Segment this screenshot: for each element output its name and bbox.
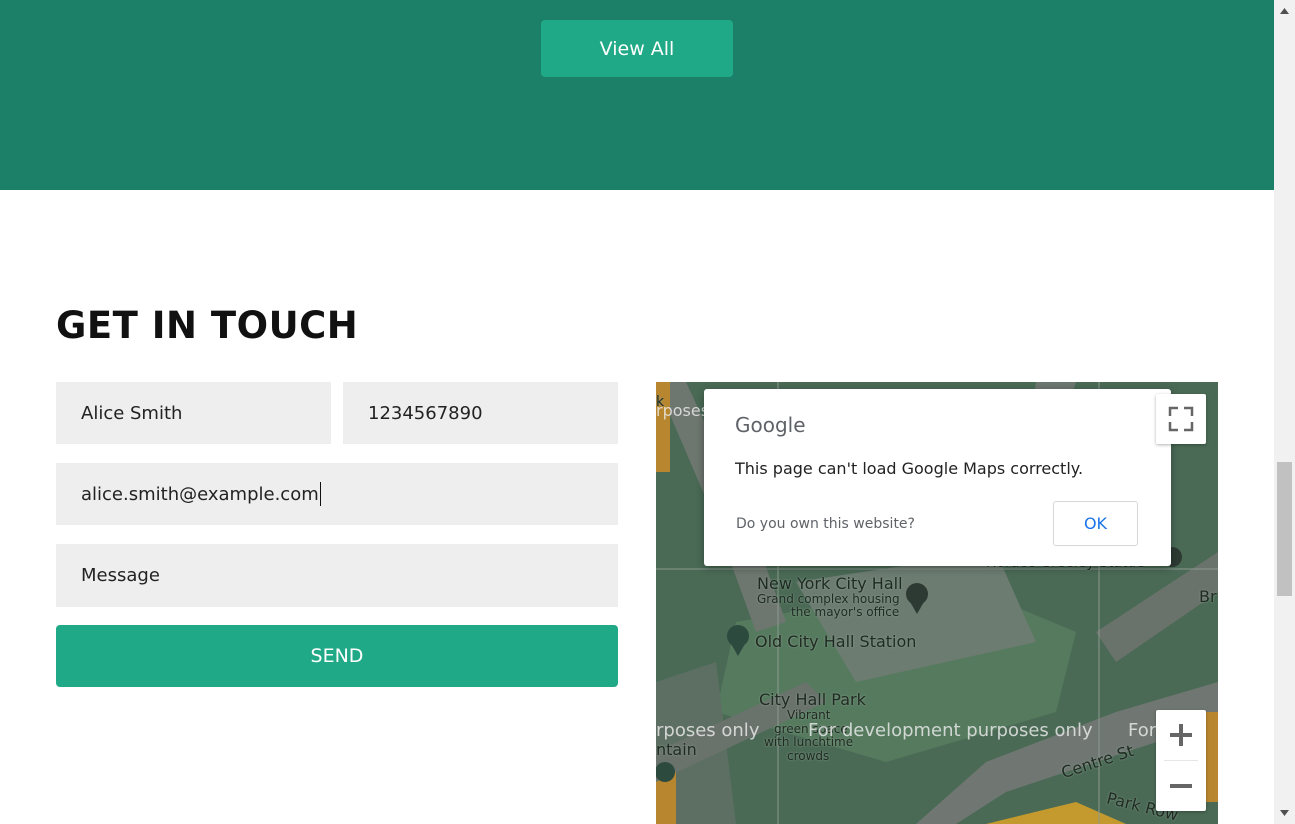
map-label-park-desc-4: crowds [787,749,830,763]
map-label-station: Old City Hall Station [755,632,917,651]
scroll-down-arrow-icon[interactable] [1279,808,1290,818]
map-watermark-mid: For development purposes only [808,720,1093,741]
email-value: alice.smith@example.com [81,483,319,505]
scroll-up-arrow-icon[interactable] [1279,6,1290,16]
text-caret [319,482,321,506]
zoom-control [1156,710,1206,811]
zoom-in-button[interactable] [1156,710,1206,760]
ok-button[interactable]: OK [1053,501,1138,546]
zoom-out-button[interactable] [1156,761,1206,811]
scrollbar-thumb[interactable] [1277,462,1292,596]
maps-error-dialog: Google This page can't load Google Maps … [704,389,1171,566]
top-band: View All [0,0,1274,190]
map-label-city-hall: New York City Hall [757,574,903,593]
map-watermark-right: For [1128,720,1157,741]
message-placeholder: Message [81,565,160,586]
map-label-park: City Hall Park [759,690,866,709]
minus-icon [1170,784,1192,788]
phone-field[interactable]: 1234567890 [343,382,618,444]
page: View All GET IN TOUCH Alice Smith 123456… [0,0,1274,824]
fullscreen-icon [1168,406,1194,432]
map-watermark-top: rposes [656,401,710,420]
fullscreen-button[interactable] [1156,394,1206,444]
map-label-city-hall-desc-2: the mayor's office [791,605,900,619]
message-field[interactable]: Message [56,544,618,607]
phone-value: 1234567890 [368,402,483,424]
google-logo: Google [735,413,806,437]
plus-icon [1170,724,1192,746]
map-watermark-left: rposes only [656,720,760,741]
own-website-link[interactable]: Do you own this website? [736,516,915,532]
view-all-button[interactable]: View All [541,20,733,77]
map-label-ntain: ntain [656,740,697,759]
send-button[interactable]: SEND [56,625,618,687]
name-value: Alice Smith [81,402,183,424]
section-title: GET IN TOUCH [56,304,359,347]
map-label-br: Br [1199,587,1217,606]
email-field[interactable]: alice.smith@example.com [56,463,618,525]
page-scrollbar[interactable] [1274,0,1295,824]
name-field[interactable]: Alice Smith [56,382,331,444]
map-label-city-hall-desc-1: Grand complex housing [757,592,900,606]
map-embed[interactable]: New York City Hall Grand complex housing… [656,382,1218,824]
dialog-message: This page can't load Google Maps correct… [735,459,1084,478]
